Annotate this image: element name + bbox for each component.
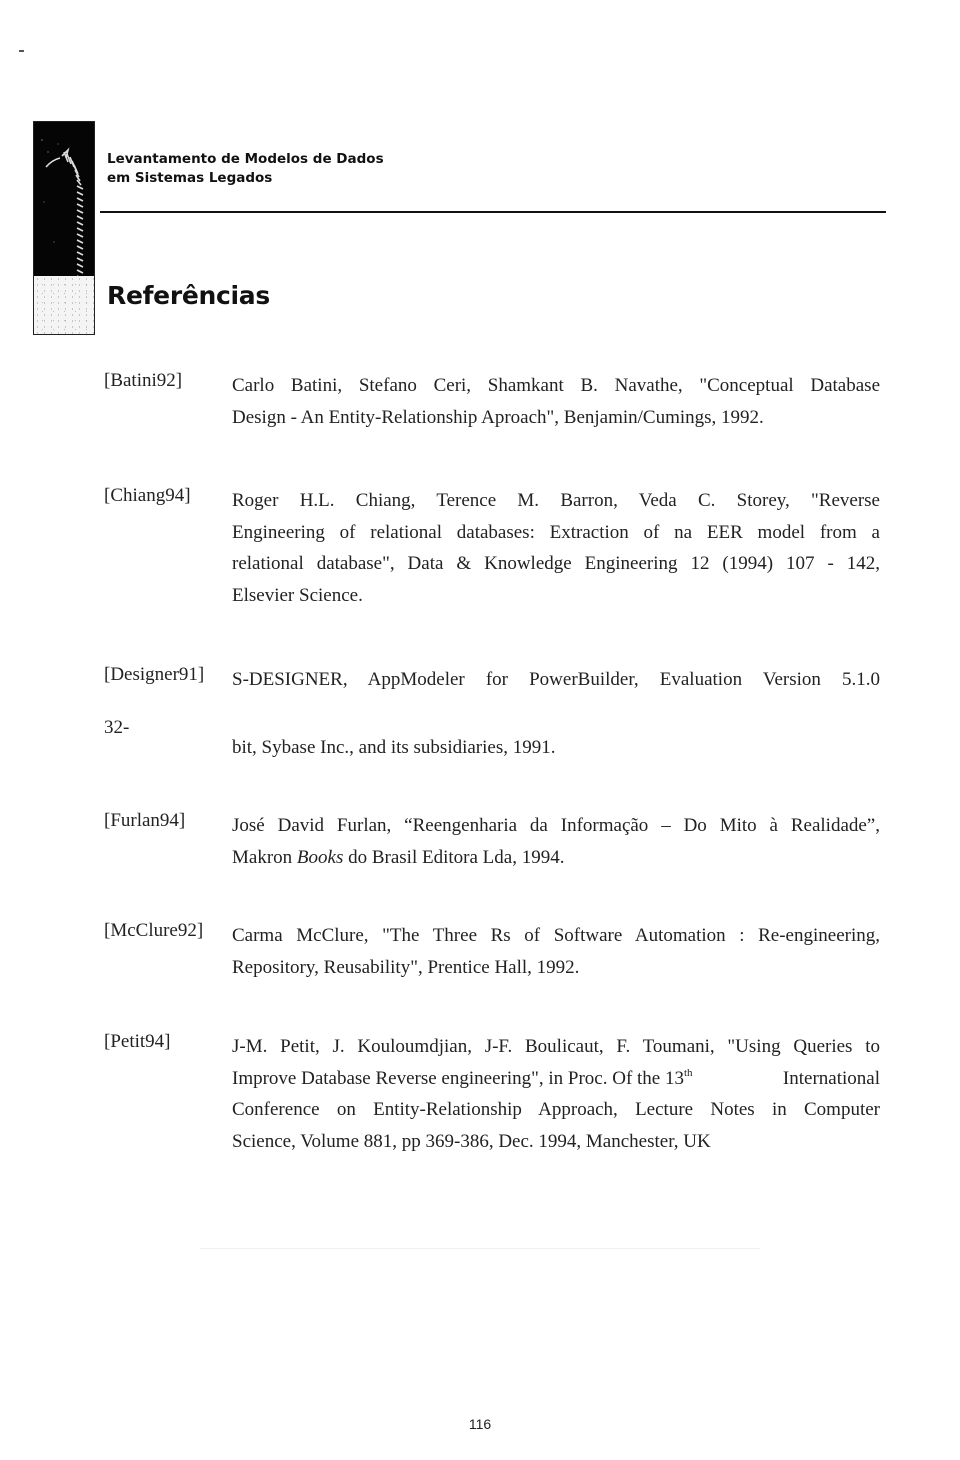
reference-line: Science, Volume 881, pp 369-386, Dec. 19… — [232, 1130, 711, 1152]
reference-line: relational database", Data & Knowledge E… — [232, 553, 880, 574]
reference-line: bit, Sybase Inc., and its subsidiaries, … — [232, 737, 556, 758]
line-prefix: Improve Database Reverse engineering", i… — [232, 1067, 684, 1089]
italic-word: Books — [296, 846, 344, 868]
logo-speckle-panel — [34, 276, 94, 334]
reference-key: [Batini92] — [104, 370, 183, 391]
reference-text: S-DESIGNER, AppModeler for PowerBuilder,… — [232, 664, 880, 696]
reference-text: Roger H.L. Chiang, Terence M. Barron, Ve… — [232, 485, 880, 611]
scan-artifact-line — [200, 1248, 760, 1249]
reference-line: Repository, Reusability", Prentice Hall,… — [232, 956, 580, 978]
reference-text: bit, Sybase Inc., and its subsidiaries, … — [232, 732, 880, 764]
reference-key: [McClure92] — [104, 920, 204, 941]
ordinal-superscript: th — [684, 1066, 693, 1079]
reference-line: Roger H.L. Chiang, Terence M. Barron, Ve… — [232, 490, 880, 511]
reference-key: [Petit94] — [104, 1031, 171, 1052]
header-title-line-1: Levantamento de Modelos de Dados — [107, 151, 384, 167]
reference-key: [Designer91] — [104, 664, 205, 685]
reference-line: Elsevier Science. — [232, 584, 363, 606]
header-title-line-2: em Sistemas Legados — [107, 170, 273, 186]
reference-line: Improve Database Reverse engineering", i… — [232, 1063, 880, 1095]
publisher-prefix: Makron — [232, 846, 297, 868]
reference-text: Carma McClure, "The Three Rs of Software… — [232, 920, 880, 983]
publisher-suffix: do Brasil Editora Lda, 1994. — [343, 846, 565, 868]
reference-line: Engineering of relational databases: Ext… — [232, 521, 880, 543]
reference-line: Design - An Entity-Relationship Aproach"… — [232, 406, 764, 428]
section-title: Referências — [107, 281, 270, 310]
reference-line: Conference on Entity-Relationship Approa… — [232, 1099, 880, 1120]
scan-artifact — [19, 50, 24, 52]
document-header-title: Levantamento de Modelos de Dados em Sist… — [107, 150, 384, 188]
reference-text: J-M. Petit, J. Kouloumdjian, J-F. Boulic… — [232, 1031, 880, 1157]
line-suffix: International — [782, 1067, 880, 1089]
reference-line: S-DESIGNER, AppModeler for PowerBuilder,… — [232, 669, 880, 690]
reference-line: Carlo Batini, Stefano Ceri, Shamkant B. … — [232, 375, 880, 396]
reference-line: Carma McClure, "The Three Rs of Software… — [232, 925, 880, 946]
page-number: 116 — [468, 1416, 492, 1432]
reference-text: Carlo Batini, Stefano Ceri, Shamkant B. … — [232, 370, 880, 433]
reference-line: José David Furlan, “Reengenharia da Info… — [232, 815, 880, 836]
reference-orphan-text: 32- — [104, 717, 130, 738]
reference-key: [Furlan94] — [104, 810, 186, 831]
header-divider — [100, 211, 886, 213]
reference-line: J-M. Petit, J. Kouloumdjian, J-F. Boulic… — [232, 1036, 880, 1057]
reference-key: [Chiang94] — [104, 485, 191, 506]
reference-line: Makron Books do Brasil Editora Lda, 1994… — [232, 842, 880, 874]
reference-text: José David Furlan, “Reengenharia da Info… — [232, 810, 880, 873]
header-logo — [33, 121, 95, 335]
